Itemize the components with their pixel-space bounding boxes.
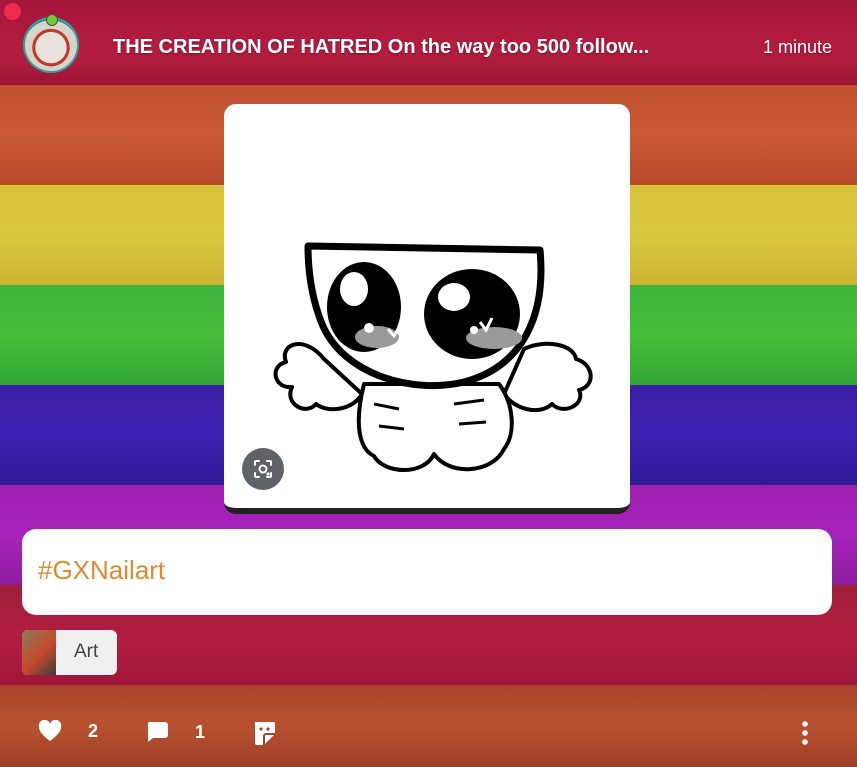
image-search-button[interactable] <box>242 448 284 490</box>
comment-count: 1 <box>195 721 206 742</box>
avatar-badge <box>46 14 58 26</box>
like-button[interactable]: 2 <box>38 720 98 742</box>
post-title[interactable]: THE CREATION OF HATRED On the way too 50… <box>113 36 728 62</box>
comment-button[interactable]: 1 <box>145 720 205 744</box>
image-search-icon <box>254 460 272 478</box>
more-options-button[interactable] <box>800 720 810 746</box>
action-bar: 2 1 <box>0 700 857 767</box>
category-chip[interactable]: Art <box>22 630 117 675</box>
like-count: 2 <box>88 720 99 741</box>
hashtag-link[interactable]: #GXNailart <box>38 555 165 586</box>
post-image[interactable] <box>224 104 630 514</box>
share-button[interactable] <box>252 720 276 746</box>
post-time: 1 minute <box>762 37 832 57</box>
tag-card: #GXNailart <box>22 529 832 615</box>
author-avatar[interactable] <box>25 19 77 71</box>
creature-drawing <box>273 242 593 472</box>
kebab-menu-icon <box>802 721 808 745</box>
post-header: THE CREATION OF HATRED On the way too 50… <box>0 0 857 85</box>
speech-bubble-icon <box>147 722 168 742</box>
heart-icon <box>38 720 62 741</box>
category-thumbnail <box>22 630 56 675</box>
sticker-icon <box>255 722 275 745</box>
category-label: Art <box>74 641 99 662</box>
